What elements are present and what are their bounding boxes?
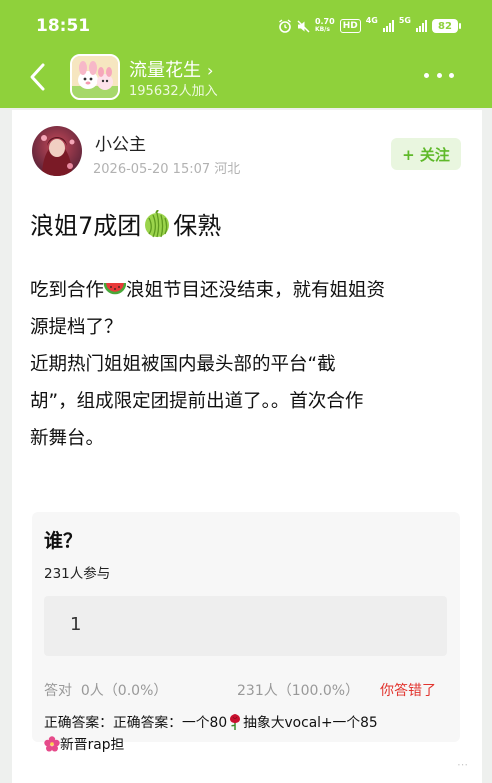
net-speed: 0.70 KB/s	[314, 17, 335, 34]
author-avatar-image	[32, 126, 82, 176]
nav-bar: 流量花生 › 195632人加入	[0, 52, 492, 108]
quiz-participants: 231人参与	[44, 566, 111, 582]
status-time: 18:51	[36, 16, 91, 36]
body-line-5: 新舞台。	[30, 428, 105, 449]
back-arrow-icon[interactable]	[26, 60, 50, 94]
body-line-4: 胡”，组成限定团提前出道了。。首次合作	[30, 391, 364, 412]
network-4g-label: 4G	[365, 16, 378, 25]
signal-bars-icon	[382, 20, 394, 32]
post-card: 小公主 2026-05-20 15:07 河北 + 关注 浪姐7成团 保熟 吃到…	[12, 110, 482, 783]
follow-button[interactable]: + 关注	[391, 138, 461, 170]
rose-emoji-icon	[230, 714, 241, 730]
quiz-wrong-stat: 231人（100.0%）	[237, 683, 360, 699]
post-meta: 2026-05-20 15:07 河北	[93, 162, 241, 177]
status-icons: 0.70 KB/s HD 4G 5G 82	[278, 16, 461, 36]
app-header: 18:51 0.70 KB/s HD 4G 5G 82 流量花生 › 19563…	[0, 0, 492, 108]
post-body: 吃到合作 浪姐节目还没结束，就有姐姐资 源提档了？ 近期热门姐姐被国内最头部的平…	[30, 272, 470, 457]
body-line-1: 吃到合作 浪姐节目还没结束，就有姐姐资	[30, 280, 386, 301]
quiz-solution: 正确答案：正确答案：一个80 抽象大vocal+一个85 新晋rap担	[44, 714, 378, 753]
melon-emoji-icon	[145, 209, 170, 237]
body-line-3: 近期热门姐姐被国内最头部的平台“截	[30, 354, 336, 375]
watermark: ⋯	[457, 758, 468, 771]
quiz-answer-field: 1	[44, 596, 447, 656]
avatar[interactable]	[32, 126, 82, 176]
quiz-correct-stat: 答对 0人（0.0%）	[44, 683, 168, 699]
signal-bars-icon-2	[416, 20, 427, 32]
author-name[interactable]: 小公主	[95, 130, 146, 155]
group-avatar-image	[72, 56, 118, 98]
network-5g-label: 5G	[398, 16, 411, 25]
more-dots-icon[interactable]	[424, 70, 454, 80]
group-name[interactable]: 流量花生 ›	[129, 56, 213, 82]
alarm-icon	[279, 19, 291, 33]
status-bar: 18:51 0.70 KB/s HD 4G 5G 82	[0, 0, 492, 52]
mute-icon	[297, 19, 310, 33]
quiz-answer-text: 1	[70, 614, 82, 635]
post-title: 浪姐7成团 保熟	[30, 206, 221, 241]
group-member-count: 195632人加入	[129, 84, 218, 99]
hd-badge: HD	[339, 19, 361, 33]
quiz-title: 谁？	[44, 530, 83, 552]
hibiscus-emoji-icon	[44, 736, 60, 752]
quiz-card: 谁？ 231人参与 1 答对 0人（0.0%） 231人（100.0%） 你答错…	[32, 512, 460, 753]
battery-icon: 82	[432, 19, 461, 33]
quiz-result-badge: 你答错了	[380, 683, 436, 699]
watermelon-emoji-icon	[104, 282, 127, 295]
body-line-2: 源提档了？	[30, 317, 123, 338]
group-avatar[interactable]	[70, 54, 120, 100]
chevron-right-icon: ›	[207, 61, 214, 80]
